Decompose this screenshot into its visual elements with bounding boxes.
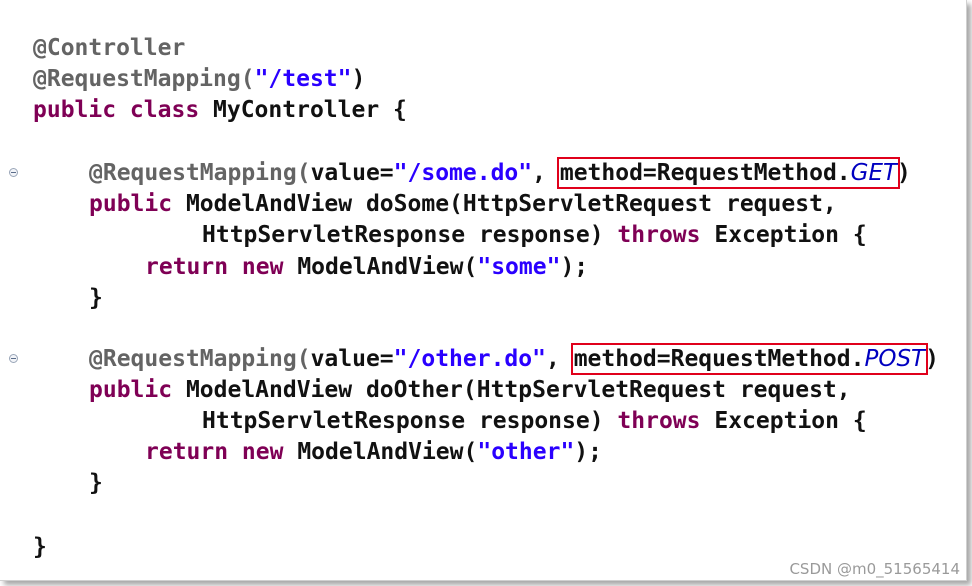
string-literal: "other"	[477, 439, 575, 465]
keyword: throws	[617, 222, 701, 248]
annotation-request-mapping: @RequestMapping(	[89, 160, 311, 186]
punctuation: )	[351, 66, 366, 92]
class-declaration: MyController {	[199, 97, 407, 123]
screenshot-frame: @Controller @RequestMapping("/test") pub…	[0, 0, 967, 581]
keyword: return new	[145, 254, 284, 280]
keyword: public	[89, 191, 173, 217]
code-line-13: HttpServletResponse response) throws Exc…	[202, 406, 867, 436]
code-line-12: public ModelAndView doOther(HttpServletR…	[89, 375, 851, 405]
annotation-request-mapping: @RequestMapping(	[33, 66, 255, 92]
code-line-6: public ModelAndView doSome(HttpServletRe…	[89, 189, 837, 219]
code-line-1: @Controller	[33, 33, 185, 63]
exception-clause: Exception {	[700, 222, 867, 248]
code-line-5: @RequestMapping(value="/some.do", method…	[89, 157, 911, 189]
closing-brace: }	[89, 470, 103, 496]
keyword: public class	[33, 97, 200, 123]
code-line-8: return new ModelAndView("some");	[145, 252, 588, 282]
punctuation: )	[925, 346, 939, 372]
method-signature: ModelAndView doOther(HttpServletRequest …	[172, 377, 851, 403]
code-line-2: @RequestMapping("/test")	[33, 64, 365, 94]
method-highlight-box: method=RequestMethod.GET	[556, 157, 901, 189]
parameter: HttpServletResponse response)	[202, 408, 618, 434]
annotation-controller: @Controller	[33, 35, 186, 61]
exception-clause: Exception {	[700, 408, 867, 434]
code-line-3: public class MyController {	[33, 95, 407, 125]
punctuation: ,	[545, 346, 574, 372]
keyword: return new	[145, 439, 284, 465]
constructor-call: ModelAndView(	[283, 254, 478, 280]
method-attribute: method=RequestMethod.	[573, 346, 865, 372]
parameter: HttpServletResponse response)	[202, 222, 618, 248]
closing-brace: }	[89, 285, 103, 311]
constructor-call: ModelAndView(	[283, 439, 478, 465]
watermark: CSDN @m0_51565414	[789, 560, 960, 578]
fold-collapse-icon[interactable]	[9, 168, 18, 177]
code-line-11: @RequestMapping(value="/other.do", metho…	[89, 343, 939, 375]
string-literal: "/test"	[254, 66, 352, 92]
annotation-request-mapping: @RequestMapping(	[89, 346, 311, 372]
code-editor[interactable]: @Controller @RequestMapping("/test") pub…	[0, 0, 966, 580]
punctuation: );	[574, 439, 602, 465]
enum-constant: POST	[864, 346, 926, 372]
enum-constant: GET	[850, 160, 898, 186]
punctuation: )	[897, 160, 911, 186]
code-line-7: HttpServletResponse response) throws Exc…	[202, 220, 867, 250]
keyword: throws	[617, 408, 701, 434]
method-highlight-box: method=RequestMethod.POST	[570, 343, 929, 375]
code-line-15: }	[89, 468, 103, 498]
closing-brace: }	[33, 534, 47, 560]
punctuation: ,	[532, 160, 560, 186]
string-literal: "/other.do"	[393, 346, 546, 372]
method-attribute: method=RequestMethod.	[559, 160, 851, 186]
string-literal: "/some.do"	[393, 160, 533, 186]
keyword: public	[89, 377, 173, 403]
fold-collapse-icon[interactable]	[9, 354, 18, 363]
punctuation: );	[560, 254, 589, 280]
attribute-key: value=	[310, 160, 394, 186]
code-line-17: }	[33, 532, 47, 562]
code-line-14: return new ModelAndView("other");	[145, 437, 602, 467]
attribute-key: value=	[310, 346, 394, 372]
code-line-9: }	[89, 283, 103, 313]
method-signature: ModelAndView doSome(HttpServletRequest r…	[172, 191, 837, 217]
string-literal: "some"	[477, 254, 561, 280]
